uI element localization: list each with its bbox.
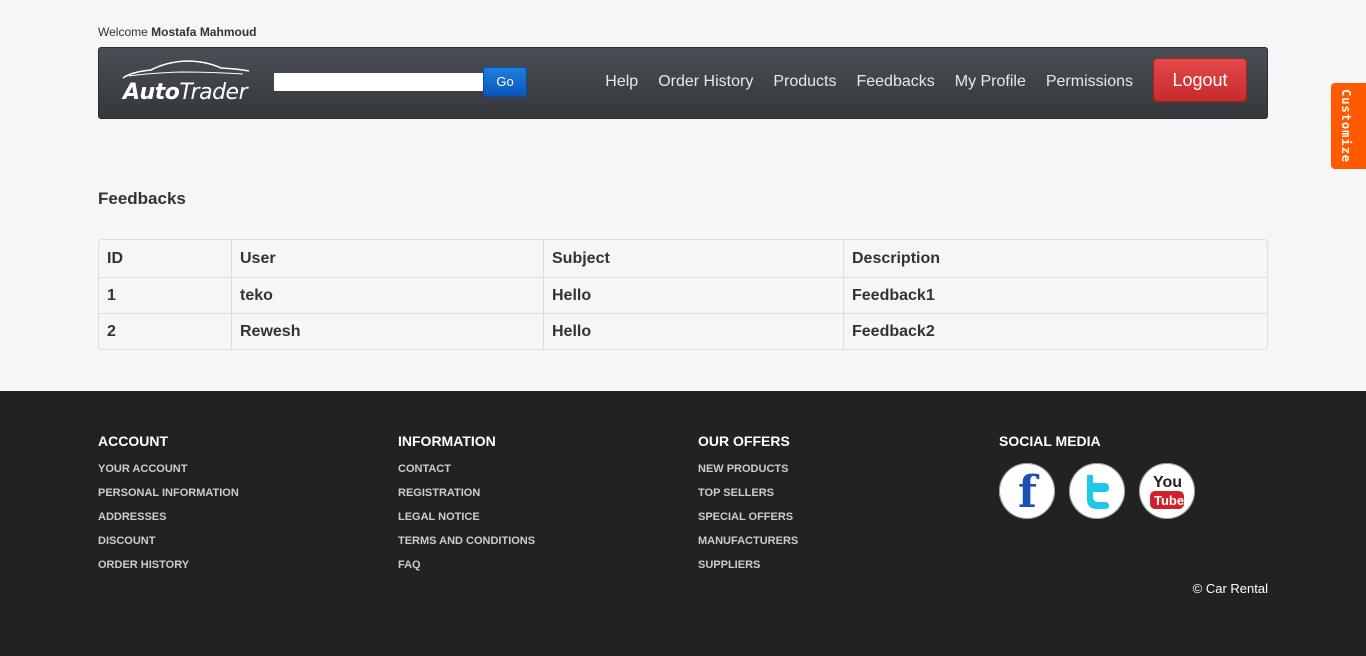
autotrader-logo[interactable]: AutoTrader [121,58,251,108]
column-header-description: Description [843,240,1267,277]
nav-order-history[interactable]: Order History [658,73,753,91]
cell-subject: Hello [543,313,843,349]
nav-feedbacks[interactable]: Feedbacks [856,73,934,91]
welcome-prefix: Welcome [98,25,148,39]
footer-link-new-products[interactable]: NEW PRODUCTS [698,461,798,485]
footer-social-title: SOCIAL MEDIA [999,433,1101,449]
footer-link-top-sellers[interactable]: TOP SELLERS [698,485,798,509]
footer-link-your-account[interactable]: YOUR ACCOUNT [98,461,239,485]
twitter-icon[interactable] [1069,463,1125,519]
column-header-subject: Subject [543,240,843,277]
nav-permissions[interactable]: Permissions [1046,73,1133,91]
footer-link-contact[interactable]: CONTACT [398,461,535,485]
cell-id: 2 [99,313,231,349]
footer-link-legal-notice[interactable]: LEGAL NOTICE [398,509,535,533]
facebook-icon[interactable]: f [999,463,1055,519]
footer-link-suppliers[interactable]: SUPPLIERS [698,557,798,581]
svg-text:You: You [1153,474,1182,491]
customize-tab[interactable]: Customize [1331,83,1366,169]
search-input[interactable] [274,73,483,91]
feedbacks-table: ID User Subject Description 1 teko Hello… [98,239,1268,350]
cell-user: teko [231,277,543,313]
footer-link-terms[interactable]: TERMS AND CONDITIONS [398,533,535,557]
social-icons: f You Tube [999,463,1195,519]
copyright-text: © Car Rental [1192,581,1268,596]
column-header-user: User [231,240,543,277]
footer-account-column: ACCOUNT YOUR ACCOUNT PERSONAL INFORMATIO… [98,433,239,581]
footer-offers-column: OUR OFFERS NEW PRODUCTS TOP SELLERS SPEC… [698,433,798,581]
welcome-text: Welcome Mostafa Mahmoud [98,25,256,39]
table-row: 2 Rewesh Hello Feedback2 [99,313,1267,349]
footer-link-registration[interactable]: REGISTRATION [398,485,535,509]
column-header-id: ID [107,249,123,267]
footer-link-addresses[interactable]: ADDRESSES [98,509,239,533]
footer-link-discount[interactable]: DISCOUNT [98,533,239,557]
footer-account-title: ACCOUNT [98,433,168,449]
logo-text: AutoTrader [123,80,248,105]
table-header-row: ID User Subject Description [99,240,1267,277]
footer-link-manufacturers[interactable]: MANUFACTURERS [698,533,798,557]
logout-button[interactable]: Logout [1153,58,1247,102]
user-name: Mostafa Mahmoud [151,25,257,39]
svg-text:Tube: Tube [1154,493,1184,508]
footer-offers-title: OUR OFFERS [698,433,790,449]
footer-link-order-history[interactable]: ORDER HISTORY [98,557,239,581]
footer-link-faq[interactable]: FAQ [398,557,535,581]
nav-my-profile[interactable]: My Profile [955,73,1026,91]
cell-description: Feedback1 [843,277,1267,313]
go-button[interactable]: Go [483,67,527,97]
footer-link-special-offers[interactable]: SPECIAL OFFERS [698,509,798,533]
cell-description: Feedback2 [843,313,1267,349]
table-row: 1 teko Hello Feedback1 [99,277,1267,313]
main-nav: Help Order History Products Feedbacks My… [605,73,1133,91]
footer: ACCOUNT YOUR ACCOUNT PERSONAL INFORMATIO… [0,391,1366,656]
svg-text:f: f [1018,469,1040,513]
cell-id: 1 [99,277,231,313]
nav-products[interactable]: Products [773,73,836,91]
customize-label: Customize [1339,89,1353,164]
cell-subject: Hello [543,277,843,313]
footer-information-title: INFORMATION [398,433,496,449]
footer-information-column: INFORMATION CONTACT REGISTRATION LEGAL N… [398,433,535,581]
nav-help[interactable]: Help [605,73,638,91]
top-navbar: AutoTrader Go Help Order History Product… [98,47,1268,119]
footer-social-column: SOCIAL MEDIA [999,433,1101,461]
footer-link-personal-information[interactable]: PERSONAL INFORMATION [98,485,239,509]
page-title: Feedbacks [98,189,186,208]
cell-user: Rewesh [231,313,543,349]
youtube-icon[interactable]: You Tube [1139,463,1195,519]
